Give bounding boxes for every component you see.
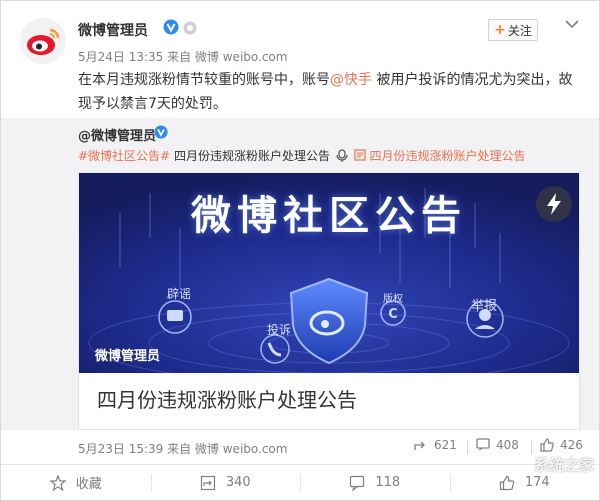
- forward-icon: [200, 475, 215, 490]
- comment-button[interactable]: 118: [300, 465, 450, 500]
- banner-source: 微博管理员: [95, 349, 161, 364]
- article-title[interactable]: 四月份违规涨粉账户处理公告: [97, 384, 357, 413]
- like-count: 174: [524, 475, 550, 490]
- svg-text:C: C: [388, 307, 398, 322]
- divider: [531, 440, 532, 454]
- thumbs-up-icon: [540, 438, 554, 452]
- original-forward-stat[interactable]: 621: [414, 438, 457, 452]
- original-like-stat[interactable]: 426: [540, 438, 583, 452]
- hashtag-link[interactable]: #微博社区公告#: [78, 149, 170, 163]
- thumbs-up-icon: [499, 475, 515, 490]
- original-comment-count: 408: [496, 438, 519, 452]
- star-icon: [49, 474, 66, 491]
- article-banner[interactable]: C 微博社区公告 辟谣 投诉 版权 举报 微博管理员: [79, 173, 579, 373]
- original-comment-stat[interactable]: 408: [476, 438, 519, 452]
- banner-label-complaint: 投诉: [267, 323, 292, 337]
- mention-link[interactable]: @快手: [330, 72, 372, 88]
- original-text: #微博社区公告# 四月份违规涨粉账户处理公告 四月份违规涨粉账户处理公告: [78, 147, 525, 164]
- verified-v-icon: [154, 125, 168, 139]
- follow-label: 关注: [507, 23, 532, 38]
- verified-v-icon: [163, 19, 179, 35]
- original-post-meta: 5月23日 15:39 来自 微博 weibo.com: [78, 442, 288, 456]
- favorite-button[interactable]: 收藏: [1, 465, 151, 500]
- weibo-logo-icon: [20, 18, 66, 64]
- banner-label-copyright: 版权: [383, 294, 403, 305]
- chevron-down-icon[interactable]: [564, 16, 580, 32]
- forward-count: 340: [225, 475, 251, 490]
- link-icon: [354, 149, 366, 161]
- comment-icon: [476, 438, 490, 451]
- original-text-body: 四月份违规涨粉账户处理公告: [170, 149, 330, 163]
- original-username[interactable]: @微博管理员: [78, 125, 156, 144]
- follow-button[interactable]: + 关注: [488, 19, 538, 41]
- member-level-icon[interactable]: [183, 21, 197, 35]
- plus-icon: +: [494, 22, 506, 38]
- article-card[interactable]: C 微博社区公告 辟谣 投诉 版权 举报 微博管理员 四月份违规涨粉账户处理公告: [78, 172, 580, 430]
- comment-icon: [350, 475, 365, 491]
- banner-label-rumor: 辟谣: [167, 287, 192, 301]
- banner-title: 微博社区公告: [191, 193, 467, 239]
- action-bar: 收藏 340 118 174: [1, 464, 599, 500]
- forward-button[interactable]: 340: [150, 465, 301, 500]
- post-meta: 5月24日 13:35 来自 微博 weibo.com: [78, 50, 288, 64]
- favorite-label: 收藏: [75, 477, 102, 492]
- content-text-before: 在本月违规涨粉情节较重的账号中，账号: [78, 72, 330, 88]
- username[interactable]: 微博管理员: [78, 20, 148, 40]
- article-link[interactable]: 四月份违规涨粉账户处理公告: [369, 149, 525, 163]
- article-icon: [336, 149, 348, 162]
- original-forward-count: 621: [434, 438, 457, 452]
- forward-icon: [414, 441, 425, 450]
- avatar[interactable]: [20, 18, 66, 64]
- post-content: 在本月违规涨粉情节较重的账号中，账号@快手 被用户投诉的情况尤为突出，故现予以禁…: [78, 68, 578, 116]
- watermark: 系统之家: [533, 456, 594, 474]
- divider: [467, 440, 468, 454]
- lightning-icon[interactable]: [535, 185, 573, 223]
- comment-count: 118: [375, 475, 401, 490]
- banner-label-report: 举报: [471, 299, 498, 314]
- original-like-count: 426: [560, 438, 583, 452]
